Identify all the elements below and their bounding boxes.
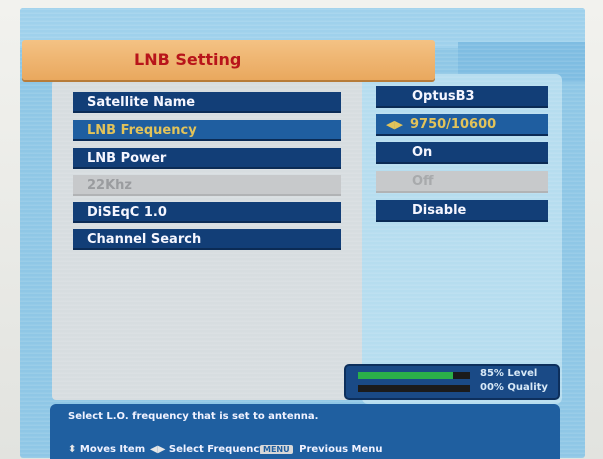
- value-lnb-power[interactable]: On: [376, 142, 548, 164]
- hint-moves-item: ⬍ Moves Item: [68, 444, 145, 455]
- menu-item-label: Satellite Name: [87, 95, 196, 110]
- value-text: Disable: [412, 203, 467, 218]
- value-lnb-frequency[interactable]: ◀▶ 9750/10600: [376, 114, 548, 136]
- level-text: 85% Level: [480, 368, 538, 379]
- quality-text: 00% Quality: [480, 382, 548, 393]
- menu-item-label: LNB Frequency: [87, 123, 197, 138]
- help-description: Select L.O. frequency that is set to ant…: [68, 411, 319, 422]
- left-right-arrows-icon: ◀▶: [386, 118, 403, 131]
- menu-item-lnb-frequency[interactable]: LNB Frequency: [73, 120, 341, 141]
- value-text: OptusB3: [412, 89, 475, 104]
- hint-select-label: Select Frequency: [168, 444, 266, 455]
- up-down-arrows-icon: ⬍: [68, 444, 77, 455]
- menu-item-satellite-name[interactable]: Satellite Name: [73, 92, 341, 113]
- level-bar: [358, 372, 470, 379]
- value-22khz: Off: [376, 171, 548, 193]
- value-satellite-name[interactable]: OptusB3: [376, 86, 548, 108]
- menu-item-22khz: 22Khz: [73, 175, 341, 196]
- value-text: 9750/10600: [410, 117, 497, 132]
- level-bar-fill: [358, 372, 454, 379]
- value-diseqc[interactable]: Disable: [376, 200, 548, 222]
- menu-item-label: LNB Power: [87, 151, 167, 166]
- hint-moves-label: Moves Item: [79, 444, 146, 455]
- value-text: On: [412, 145, 433, 160]
- menu-item-label: DiSEqC 1.0: [87, 205, 167, 220]
- hint-select-frequency: ◀▶ Select Frequency: [150, 444, 266, 455]
- menu-item-label: Channel Search: [87, 232, 202, 247]
- menu-item-lnb-power[interactable]: LNB Power: [73, 148, 341, 169]
- left-right-arrows-icon: ◀▶: [150, 444, 166, 455]
- page-title: LNB Setting: [134, 50, 242, 69]
- menu-item-diseqc[interactable]: DiSEqC 1.0: [73, 202, 341, 223]
- menu-item-label: 22Khz: [87, 178, 132, 193]
- menu-item-channel-search[interactable]: Channel Search: [73, 229, 341, 250]
- value-text: Off: [412, 174, 434, 189]
- hint-previous-label: Previous Menu: [299, 444, 383, 455]
- page-title-bar: LNB Setting: [22, 40, 435, 80]
- help-bar: Select L.O. frequency that is set to ant…: [50, 404, 560, 459]
- menu-key-icon: MENU: [260, 445, 293, 454]
- quality-bar: [358, 385, 470, 392]
- signal-meter: 85% Level 00% Quality: [344, 364, 560, 400]
- hint-previous-menu: MENU Previous Menu: [260, 444, 383, 455]
